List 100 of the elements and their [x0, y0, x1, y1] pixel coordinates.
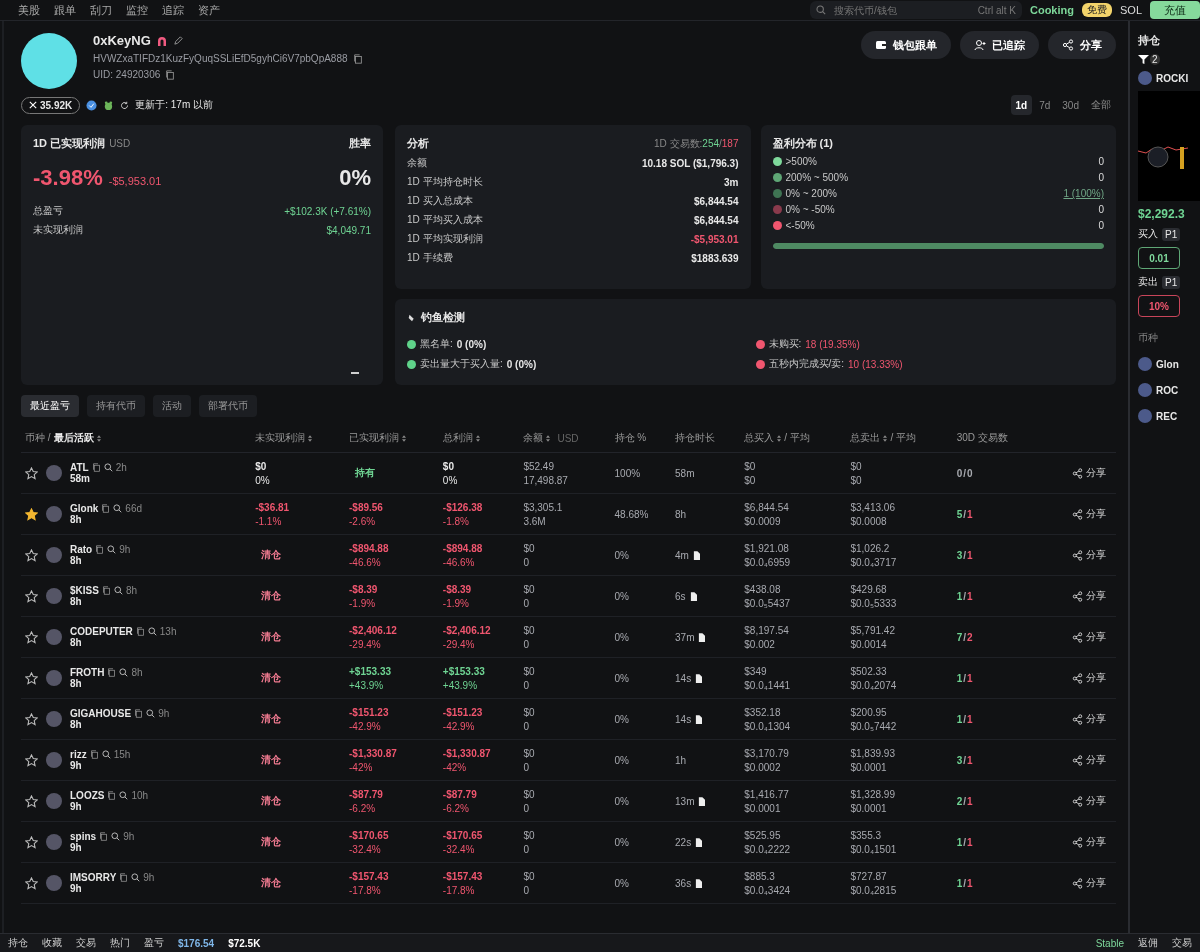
bottom-nav-item[interactable]: 盈亏 [144, 936, 164, 950]
copy-icon[interactable] [352, 53, 363, 64]
copy-trade-button[interactable]: 钱包跟单 [861, 31, 951, 59]
copy-icon[interactable] [91, 463, 101, 472]
copy-icon[interactable] [101, 586, 111, 595]
search-icon[interactable] [146, 709, 156, 718]
range-count[interactable]: 1 (100%) [1063, 188, 1104, 199]
search-icon[interactable] [113, 504, 123, 513]
tab[interactable]: 最近盈亏 [21, 395, 79, 417]
share-button[interactable]: 分享 [1066, 752, 1112, 768]
sort-icon[interactable] [546, 434, 551, 442]
star-icon[interactable] [25, 630, 38, 644]
star-icon[interactable] [25, 794, 38, 808]
tab[interactable]: 部署代币 [199, 395, 257, 417]
period-tab[interactable]: 30d [1057, 95, 1084, 115]
search-icon[interactable] [107, 545, 117, 554]
token-name[interactable]: REC [1156, 410, 1178, 422]
copy-icon[interactable] [89, 750, 99, 759]
token-name[interactable]: CODEPUTER [70, 626, 133, 637]
nav-link[interactable]: 刮刀 [90, 2, 112, 18]
nav-link[interactable]: 跟单 [54, 2, 76, 18]
star-icon[interactable] [25, 507, 38, 521]
column-header[interactable]: 总买入 [744, 431, 775, 445]
bottom-nav-item[interactable]: 持仓 [8, 936, 28, 950]
copy-icon[interactable] [107, 791, 117, 800]
share-button[interactable]: 分享 [1048, 31, 1116, 59]
nav-link[interactable]: 美股 [18, 2, 40, 18]
cooking-link[interactable]: Cooking [1030, 4, 1074, 16]
share-button[interactable]: 分享 [1066, 670, 1112, 686]
token-name[interactable]: IMSORRY [70, 872, 117, 883]
bottom-nav-item[interactable]: 交易 [76, 936, 96, 950]
bottom-nav-item[interactable]: 热门 [110, 936, 130, 950]
tab[interactable]: 活动 [153, 395, 191, 417]
star-icon[interactable] [25, 835, 38, 849]
bottom-nav-item[interactable]: 返佣 [1138, 936, 1158, 950]
token-name[interactable]: $KISS [70, 585, 99, 596]
search-icon[interactable] [119, 668, 129, 677]
token-name[interactable]: Glonk [70, 503, 99, 514]
token-name[interactable]: GIGAHOUSE [70, 708, 132, 719]
preset-selector[interactable]: P1 [1162, 227, 1181, 241]
token-name[interactable]: ROCKI [1156, 72, 1189, 84]
filter-icon[interactable] [1138, 54, 1149, 65]
column-header[interactable]: 总卖出 [850, 431, 881, 445]
copy-icon[interactable] [119, 873, 129, 882]
search-icon[interactable] [113, 586, 123, 595]
star-icon[interactable] [25, 753, 38, 767]
copy-icon[interactable] [107, 668, 117, 677]
token-name[interactable]: ATL [70, 462, 89, 473]
token-name[interactable]: Glon [1156, 358, 1179, 370]
token-name[interactable]: LOOZS [70, 790, 105, 801]
sell-amount-button[interactable]: 10% [1138, 295, 1180, 317]
preset-selector[interactable]: P1 [1162, 275, 1181, 289]
search-icon[interactable] [131, 873, 141, 882]
nav-link[interactable]: 追踪 [162, 2, 184, 18]
column-header[interactable]: 已实现利润 [349, 431, 399, 445]
search-icon[interactable] [101, 750, 111, 759]
search-icon[interactable] [147, 627, 157, 636]
token-name[interactable]: Rato [70, 544, 93, 555]
column-header[interactable]: 总利润 [442, 431, 473, 445]
copy-icon[interactable] [95, 545, 105, 554]
buy-amount-button[interactable]: 0.01 [1138, 247, 1180, 269]
token-name[interactable]: ROC [1156, 384, 1179, 396]
sort-icon[interactable] [475, 434, 480, 442]
star-icon[interactable] [25, 466, 38, 480]
copy-icon[interactable] [101, 504, 111, 513]
copy-icon[interactable] [99, 832, 109, 841]
share-button[interactable]: 分享 [1066, 588, 1112, 604]
sort-icon[interactable] [883, 434, 888, 442]
deposit-button[interactable]: 充值 [1150, 1, 1200, 19]
follow-button[interactable]: 已追踪 [960, 31, 1039, 59]
bottom-nav-item[interactable]: 交易 [1172, 936, 1192, 950]
search-icon[interactable] [103, 463, 113, 472]
column-header[interactable]: 余额 [523, 431, 544, 445]
search-icon[interactable] [111, 832, 121, 841]
sort-icon[interactable] [96, 434, 101, 442]
period-tab[interactable]: 全部 [1086, 95, 1116, 115]
refresh-icon[interactable] [120, 100, 130, 110]
share-button[interactable]: 分享 [1066, 506, 1112, 522]
share-button[interactable]: 分享 [1066, 793, 1112, 809]
copy-icon[interactable] [135, 627, 145, 636]
token-name[interactable]: spins [70, 831, 97, 842]
nav-link[interactable]: 监控 [126, 2, 148, 18]
search-field[interactable]: 搜索代币/钱包 Ctrl alt K [810, 1, 1022, 19]
share-button[interactable]: 分享 [1066, 547, 1112, 563]
share-button[interactable]: 分享 [1066, 465, 1112, 481]
column-header[interactable]: 未实现利润 [255, 431, 306, 445]
period-tab[interactable]: 7d [1034, 95, 1056, 115]
search-icon[interactable] [119, 791, 129, 800]
share-button[interactable]: 分享 [1066, 875, 1112, 891]
share-button[interactable]: 分享 [1066, 711, 1112, 727]
tab[interactable]: 持有代币 [87, 395, 145, 417]
sort-icon[interactable] [777, 434, 782, 442]
copy-icon[interactable] [165, 69, 176, 80]
star-icon[interactable] [25, 671, 38, 685]
bottom-nav-item[interactable]: Stable [1095, 937, 1124, 949]
star-icon[interactable] [25, 548, 38, 562]
currency-toggle[interactable]: USD [109, 138, 131, 149]
sort-icon[interactable] [308, 434, 313, 442]
edit-icon[interactable] [172, 35, 184, 46]
nav-link[interactable]: 资产 [198, 2, 220, 18]
